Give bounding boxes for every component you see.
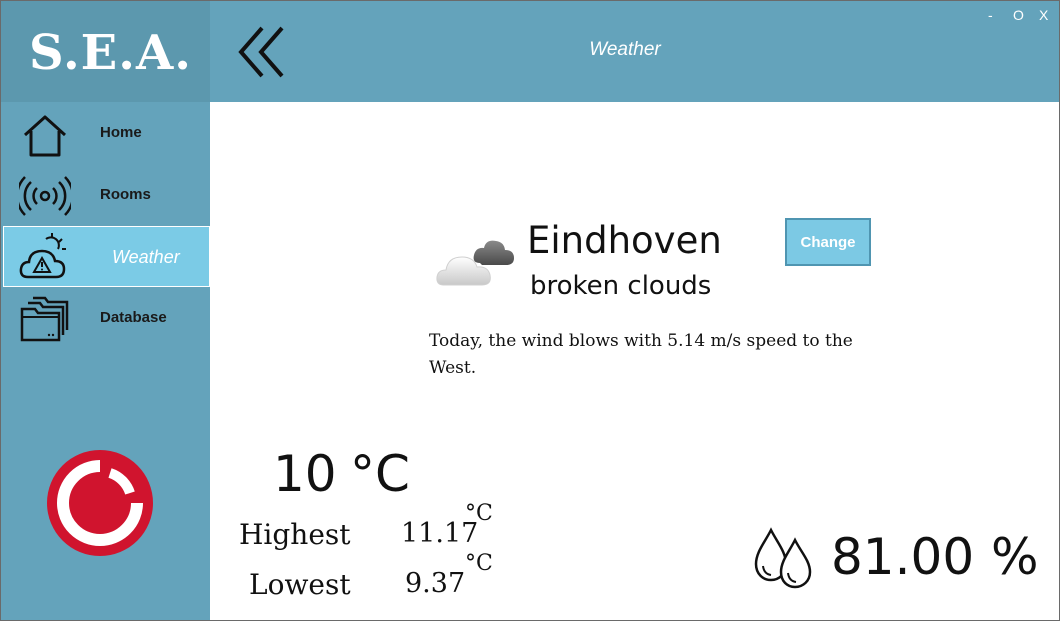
humidity-value: 81.00 xyxy=(831,528,975,586)
sidebar-item-home[interactable]: Home xyxy=(3,103,210,163)
logo-box: S.E.A. xyxy=(1,1,210,102)
app-window: S.E.A. Home Rooms Weather Database Weath… xyxy=(0,0,1060,621)
sidebar-item-label: Home xyxy=(100,124,142,141)
sidebar-item-label: Database xyxy=(100,309,167,326)
sidebar-item-rooms[interactable]: Rooms xyxy=(3,165,210,225)
weather-description: broken clouds xyxy=(530,271,712,301)
home-icon xyxy=(23,115,67,157)
close-button[interactable]: X xyxy=(1039,7,1048,23)
signal-icon xyxy=(19,176,71,216)
sidebar-item-weather[interactable]: Weather xyxy=(3,226,210,287)
minimize-button[interactable]: - xyxy=(988,7,993,23)
maximize-button[interactable]: O xyxy=(1013,7,1024,23)
sidebar-item-label: Rooms xyxy=(100,186,151,203)
temperature-unit: °C xyxy=(350,445,410,503)
humidity-unit: % xyxy=(991,528,1039,586)
city-name: Eindhoven xyxy=(527,219,722,262)
broken-clouds-icon xyxy=(436,240,514,286)
lowest-label: Lowest xyxy=(249,568,351,601)
brand-logo xyxy=(47,450,153,556)
lowest-value: 9.37 xyxy=(405,568,466,599)
app-logo: S.E.A. xyxy=(29,25,192,81)
sidebar-item-label: Weather xyxy=(112,247,180,267)
current-temperature: 10 xyxy=(273,445,337,503)
humidity-drops-icon xyxy=(754,527,812,589)
sidebar-item-database[interactable]: Database xyxy=(3,288,210,348)
lowest-unit: °C xyxy=(465,551,493,576)
wind-text: Today, the wind blows with 5.14 m/s spee… xyxy=(429,331,853,378)
sidebar: S.E.A. Home Rooms Weather Database xyxy=(1,1,210,620)
header-bar: Weather - O X xyxy=(210,1,1059,102)
folders-icon xyxy=(20,296,69,342)
highest-unit: °C xyxy=(465,501,493,526)
weather-alert-icon xyxy=(19,233,66,279)
page-title: Weather xyxy=(589,39,661,60)
highest-label: Highest xyxy=(239,518,351,551)
change-city-button[interactable]: Change xyxy=(785,218,871,266)
